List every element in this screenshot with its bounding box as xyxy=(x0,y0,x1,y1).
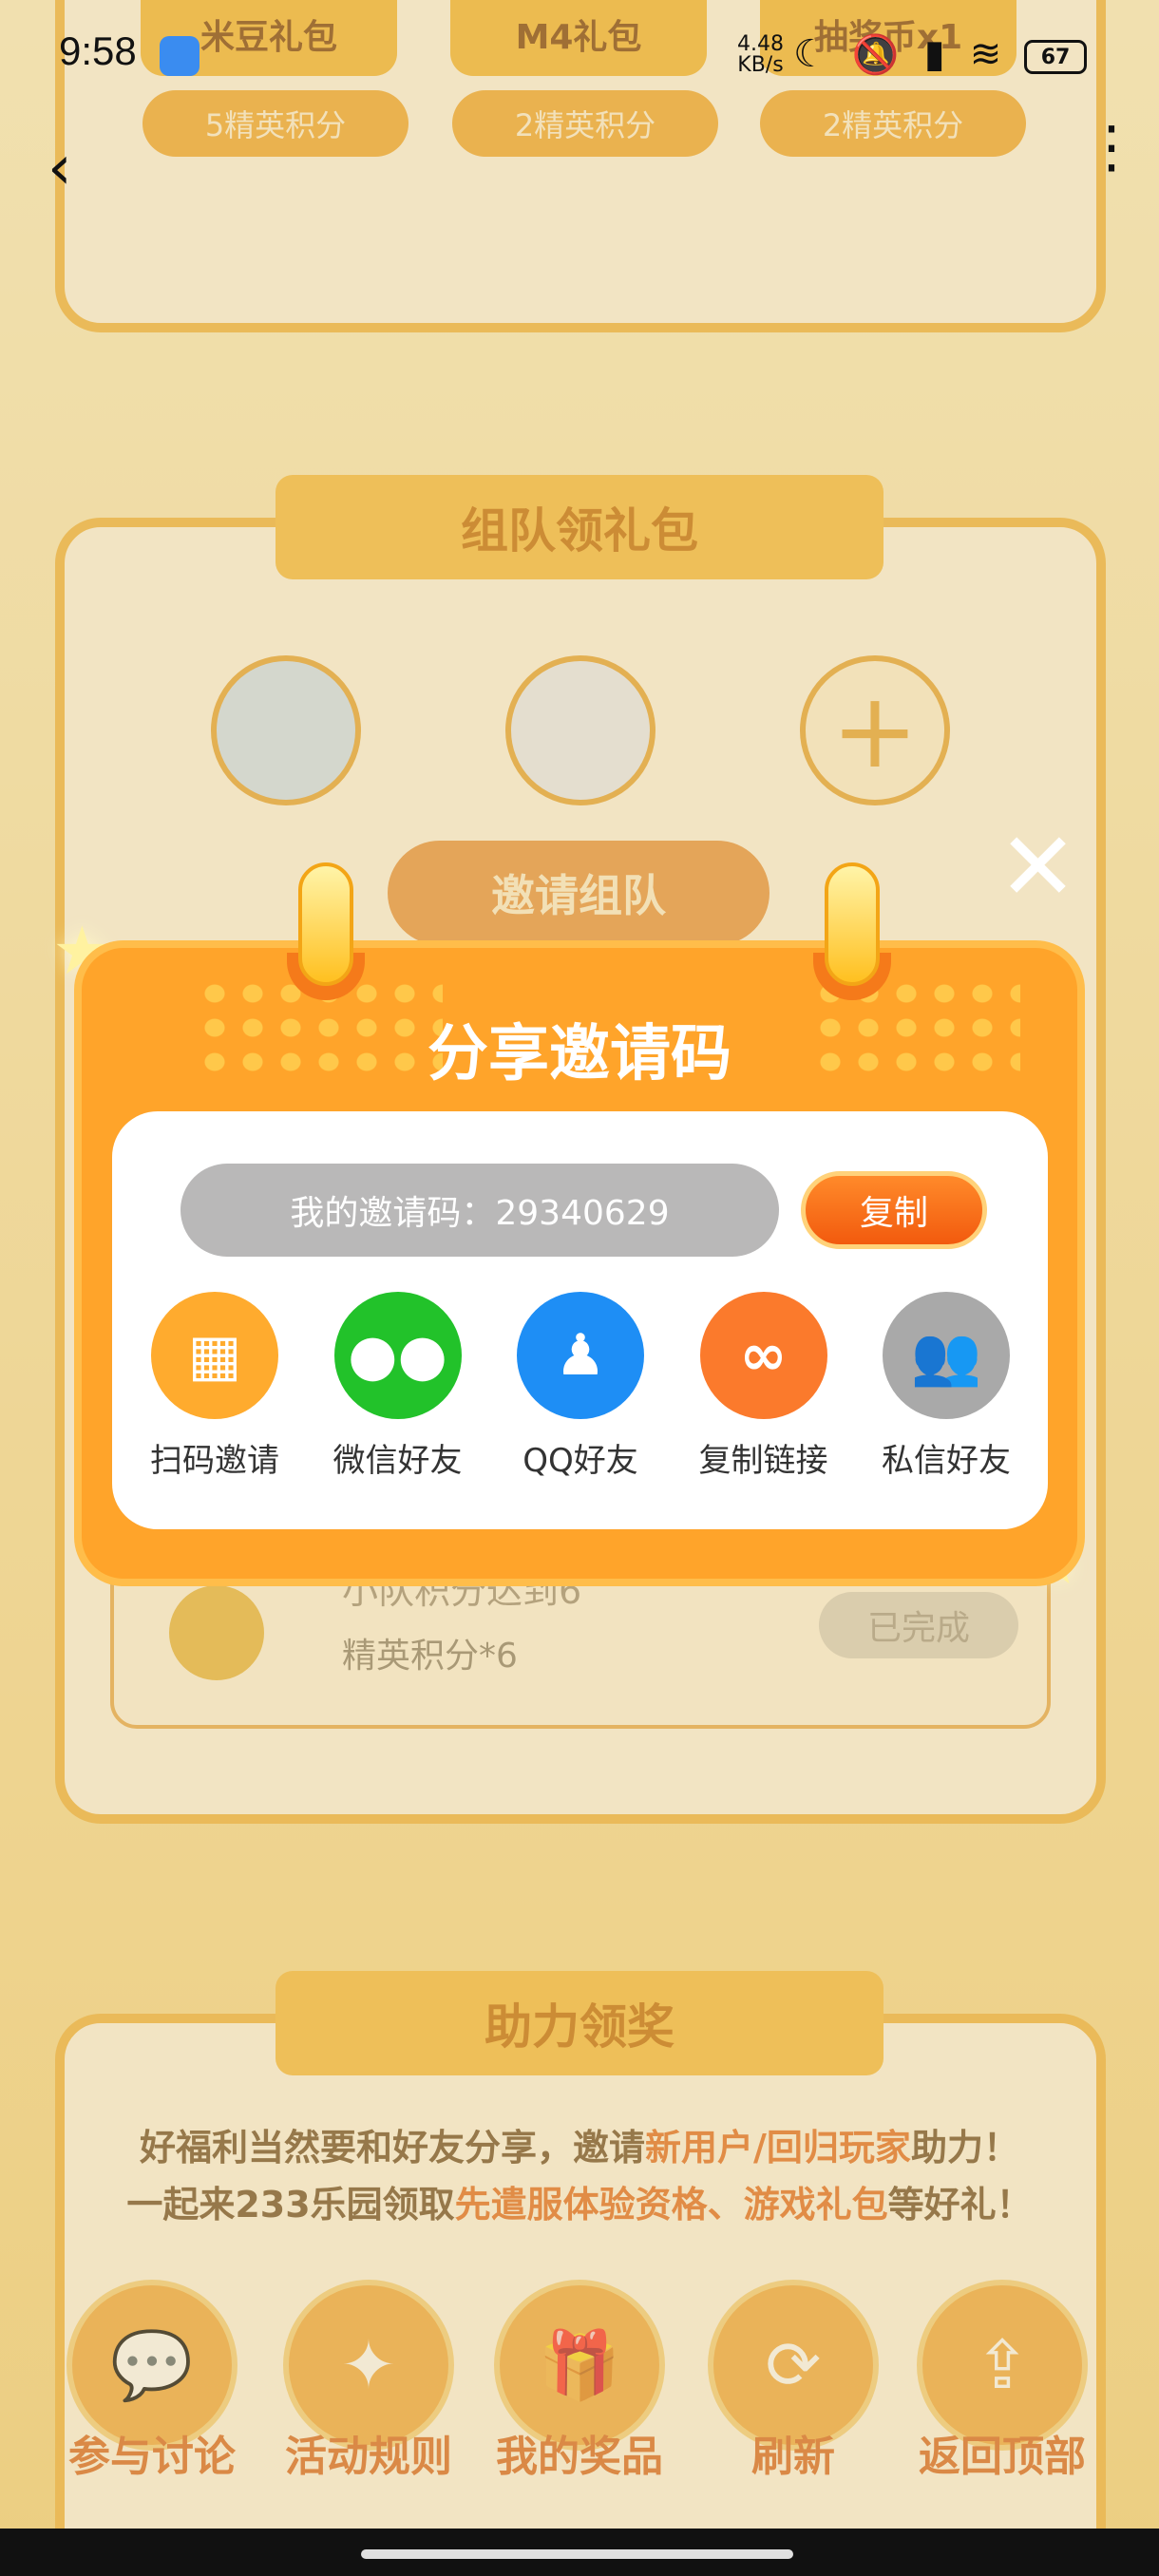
modal-body: 我的邀请码：29340629 复制 ▦ 扫码邀请 ●● 微信好友 ♟ QQ好友 … xyxy=(112,1111,1048,1529)
pin-icon xyxy=(825,862,880,986)
modal-title: 分享邀请码 xyxy=(428,1019,732,1089)
close-icon[interactable]: ✕ xyxy=(993,820,1083,915)
pin-icon xyxy=(298,862,353,986)
qr-code-icon: ▦ xyxy=(151,1292,278,1419)
share-options: ▦ 扫码邀请 ●● 微信好友 ♟ QQ好友 ∞ 复制链接 👥 私信好友 xyxy=(129,1292,1032,1481)
share-label: QQ好友 xyxy=(522,1442,638,1480)
users-icon: 👥 xyxy=(883,1292,1010,1419)
battery-icon: 67 xyxy=(1024,40,1087,74)
share-copy-link[interactable]: ∞ 复制链接 xyxy=(678,1292,849,1481)
network-speed: 4.48 KB/s xyxy=(737,34,784,76)
app-notification-icon xyxy=(160,36,200,76)
qq-icon: ♟ xyxy=(517,1292,644,1419)
share-label: 微信好友 xyxy=(332,1442,463,1480)
invite-code-field: 我的邀请码：29340629 xyxy=(180,1164,779,1257)
home-indicator[interactable] xyxy=(361,2549,793,2559)
share-wechat[interactable]: ●● 微信好友 xyxy=(313,1292,484,1481)
moon-icon: ☾ xyxy=(793,32,827,76)
wechat-icon: ●● xyxy=(333,1292,462,1419)
link-icon: ∞ xyxy=(699,1292,827,1419)
copy-button[interactable]: 复制 xyxy=(801,1171,987,1249)
share-private-message[interactable]: 👥 私信好友 xyxy=(861,1292,1032,1481)
back-icon[interactable]: ‹ xyxy=(48,133,72,203)
share-label: 复制链接 xyxy=(698,1442,828,1480)
share-invite-modal: 分享邀请码 我的邀请码：29340629 复制 ▦ 扫码邀请 ●● 微信好友 ♟… xyxy=(74,862,1085,1586)
status-bar: 9:58 4.48 KB/s ☾ 🔕 ▮ ≋ 67 xyxy=(0,0,1159,114)
share-qq[interactable]: ♟ QQ好友 xyxy=(495,1292,666,1481)
bell-off-icon: 🔕 xyxy=(851,33,900,77)
share-label: 扫码邀请 xyxy=(150,1442,279,1480)
more-icon[interactable]: ⋮ xyxy=(1083,119,1140,176)
network-speed-unit: KB/s xyxy=(737,53,784,77)
status-icons: ☾ 🔕 ▮ ≋ xyxy=(793,32,1001,77)
signal-icon: ▮ xyxy=(923,32,945,76)
status-time: 9:58 xyxy=(59,28,137,73)
wifi-icon: ≋ xyxy=(969,32,1002,76)
share-label: 私信好友 xyxy=(882,1442,1011,1480)
network-speed-value: 4.48 xyxy=(737,32,784,56)
share-scan-invite[interactable]: ▦ 扫码邀请 xyxy=(129,1292,300,1481)
